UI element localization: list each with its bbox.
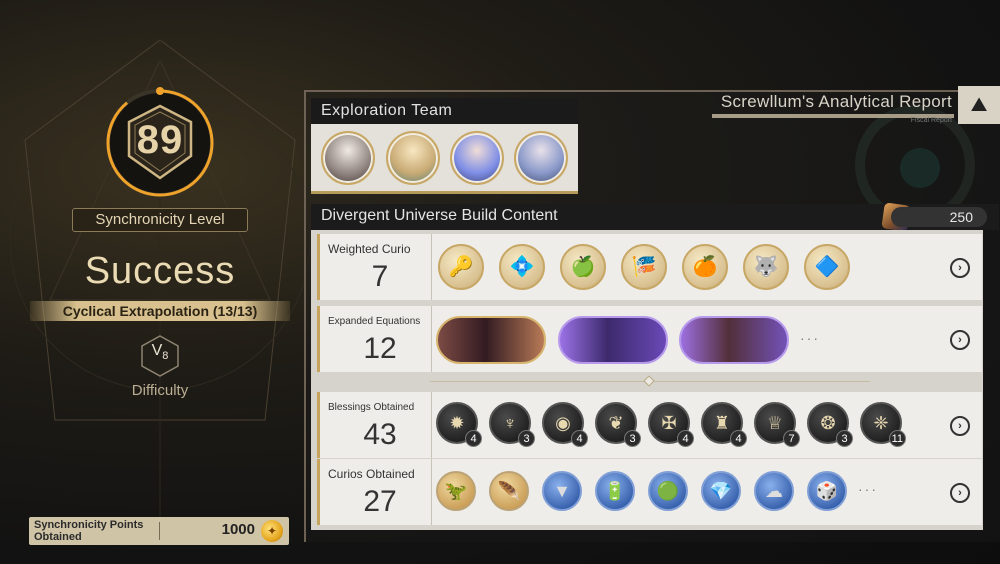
curio-icon[interactable]: 🍊: [682, 244, 728, 290]
row-value: 43: [363, 418, 397, 451]
curio-icon[interactable]: 🦖: [436, 471, 476, 511]
curio-glyph-icon: 🎏: [631, 256, 657, 278]
difficulty-label: Difficulty: [131, 382, 189, 399]
team-title: Exploration Team: [321, 102, 453, 119]
curio-icon[interactable]: 💎: [701, 471, 741, 511]
build-header: Divergent Universe Build Content 250: [311, 202, 999, 232]
equation-icon[interactable]: [436, 316, 546, 364]
blessing-icon[interactable]: ♕ 7: [754, 402, 800, 447]
curio-icon[interactable]: 🔷: [804, 244, 850, 290]
blessing-count: 3: [836, 430, 853, 447]
chevron-right-icon[interactable]: ›: [950, 483, 970, 503]
blessing-icon[interactable]: ❦ 3: [595, 402, 641, 447]
row-label: Curios Obtained: [328, 467, 415, 481]
blessing-icon[interactable]: ❂ 3: [807, 402, 853, 447]
row-divider: [431, 306, 432, 372]
curio-glyph-icon: 🍊: [692, 256, 718, 278]
row-divider: [431, 392, 432, 458]
row-label: Weighted Curio: [328, 242, 411, 256]
curio-icon[interactable]: 🍏: [560, 244, 606, 290]
blessing-icon[interactable]: ✹ 4: [436, 402, 482, 447]
curio-glyph-icon: 🔑: [448, 256, 474, 278]
row-divider: [431, 459, 432, 525]
team-member-avatar-2[interactable]: [386, 131, 440, 185]
curio-icon[interactable]: 🔋: [595, 471, 635, 511]
curio-glyph-icon: 🐺: [753, 256, 779, 278]
blessing-count: 4: [571, 430, 588, 447]
blessing-count: 7: [783, 430, 800, 447]
row-label: Blessings Obtained: [328, 402, 415, 413]
blessing-count: 3: [624, 430, 641, 447]
build-title: Divergent Universe Build Content: [321, 207, 558, 224]
team-member-avatar-4[interactable]: [514, 131, 568, 185]
team-member-avatar-3[interactable]: [450, 131, 504, 185]
sync-points-bar: Synchronicity Points Obtained 1000 ✦: [29, 517, 289, 545]
blessing-count: 4: [730, 430, 747, 447]
sync-points-value: 1000: [221, 521, 255, 538]
curio-icon[interactable]: 🪶: [489, 471, 529, 511]
equation-icon[interactable]: [679, 316, 789, 364]
coin-icon: ✦: [261, 520, 283, 542]
blessing-count: 4: [677, 430, 694, 447]
report-logo-icon: ⛰: [958, 86, 1000, 124]
curio-glyph-icon: 🍏: [570, 256, 596, 278]
row-value: 7: [371, 260, 389, 293]
sync-level-label: Synchronicity Level: [72, 208, 248, 232]
difficulty-value: V8: [151, 342, 169, 363]
blessing-count: 4: [465, 430, 482, 447]
blessing-count: 3: [518, 430, 535, 447]
expanded-equations-row: Expanded Equations 12 ··· ›: [317, 306, 982, 372]
blessings-row: Blessings Obtained 43 ✹ 4 ♆ 3 ◉ 4 ❦ 3 ✠ 4 ♜ 4 …: [317, 392, 982, 458]
more-dots-icon: ···: [858, 481, 878, 497]
curio-glyph-icon: 🔷: [814, 256, 840, 278]
curio-icon[interactable]: ▼: [542, 471, 582, 511]
team-member-avatar-1[interactable]: [321, 131, 375, 185]
blessing-icon[interactable]: ◉ 4: [542, 402, 588, 447]
row-label: Expanded Equations: [328, 316, 421, 327]
report-title: Screwllum's Analytical Report: [720, 92, 952, 111]
chevron-right-icon[interactable]: ›: [950, 416, 970, 436]
blessing-count: 11: [888, 430, 906, 447]
equation-icon[interactable]: [558, 316, 668, 364]
curio-glyph-icon: 💠: [509, 256, 535, 278]
blessing-icon[interactable]: ♜ 4: [701, 402, 747, 447]
row-divider: [431, 234, 432, 300]
curio-icon[interactable]: ☁: [754, 471, 794, 511]
curio-icon[interactable]: 🟢: [648, 471, 688, 511]
mode-label: Cyclical Extrapolation (13/13): [30, 301, 290, 321]
curios-obtained-row: Curios Obtained 27 🦖 🪶 ▼ 🔋 🟢 💎 ☁ 🎲 ··· ›: [317, 459, 982, 525]
curio-icon[interactable]: 🎲: [807, 471, 847, 511]
row-value: 12: [363, 332, 397, 365]
report-subtitle: Fiscal Report: [910, 117, 952, 124]
weighted-curio-row: Weighted Curio 7 🔑 💠 🍏 🎏 🍊 🐺 🔷 ›: [317, 234, 982, 300]
sync-points-label: Synchronicity Points Obtained: [34, 519, 144, 543]
blessing-icon[interactable]: ♆ 3: [489, 402, 535, 447]
curio-icon[interactable]: 🔑: [438, 244, 484, 290]
exploration-team-panel: Exploration Team: [311, 98, 578, 194]
curio-icon[interactable]: 🎏: [621, 244, 667, 290]
divider: [159, 522, 160, 540]
row-value: 27: [363, 485, 397, 518]
curio-icon[interactable]: 🐺: [743, 244, 789, 290]
blessing-icon[interactable]: ✠ 4: [648, 402, 694, 447]
sync-level-value: 89: [136, 118, 184, 162]
result-title: Success: [84, 250, 236, 292]
build-count: 250: [891, 207, 987, 227]
curio-icon[interactable]: 💠: [499, 244, 545, 290]
more-dots-icon: ···: [800, 330, 820, 346]
chevron-right-icon[interactable]: ›: [950, 330, 970, 350]
chevron-right-icon[interactable]: ›: [950, 258, 970, 278]
blessing-icon[interactable]: ❈ 11: [860, 402, 906, 447]
